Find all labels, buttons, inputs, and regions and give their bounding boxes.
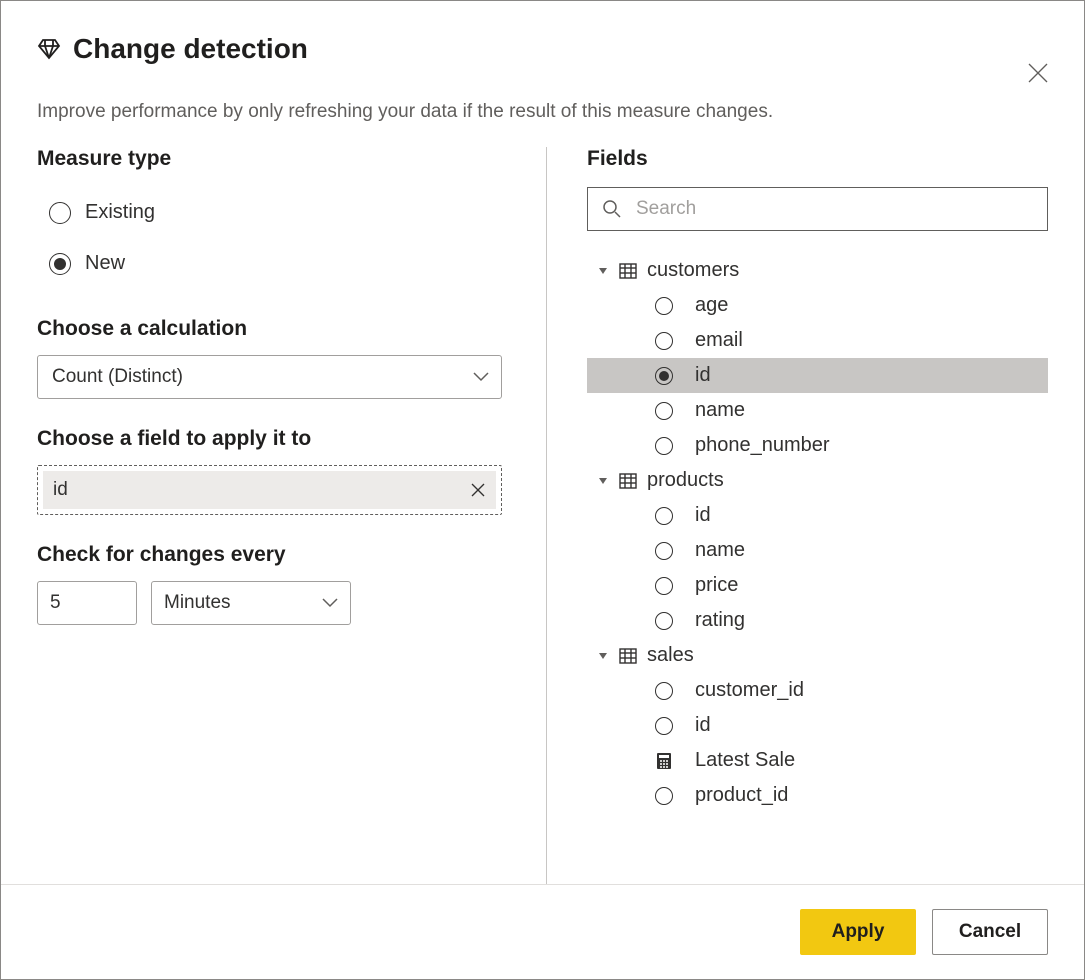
fields-heading: Fields	[587, 147, 1048, 171]
field-radio-icon	[655, 577, 673, 595]
interval-label: Check for changes every	[37, 543, 502, 567]
tree-field[interactable]: email	[587, 323, 1048, 358]
field-radio-icon	[655, 612, 673, 630]
measure-type-radio-group: Existing New	[37, 187, 502, 289]
field-radio-icon	[655, 507, 673, 525]
chevron-down-icon	[473, 372, 489, 382]
table-name: products	[647, 469, 724, 492]
field-name: age	[695, 294, 728, 317]
field-name: rating	[695, 609, 745, 632]
change-detection-dialog: Change detection Improve performance by …	[0, 0, 1085, 980]
field-radio-icon	[655, 542, 673, 560]
tree-table[interactable]: customers	[587, 253, 1048, 288]
tree-field[interactable]: price	[587, 568, 1048, 603]
close-button[interactable]	[1024, 59, 1052, 87]
table-name: sales	[647, 644, 694, 667]
left-pane: Measure type Existing New Choose a calcu…	[37, 147, 547, 884]
field-name: email	[695, 329, 743, 352]
field-dropzone[interactable]: id	[37, 465, 502, 515]
fields-tree[interactable]: customers age email id name phone_numberprodu…	[587, 247, 1048, 884]
field-name: id	[695, 364, 711, 387]
tree-field[interactable]: product_id	[587, 778, 1048, 813]
field-name: Latest Sale	[695, 749, 795, 772]
field-chip-text: id	[53, 479, 68, 501]
remove-field-icon[interactable]	[470, 482, 486, 498]
tree-field[interactable]: customer_id	[587, 673, 1048, 708]
chevron-down-icon	[322, 598, 338, 608]
calculation-select[interactable]: Count (Distinct)	[37, 355, 502, 399]
tree-field[interactable]: age	[587, 288, 1048, 323]
tree-field[interactable]: Latest Sale	[587, 743, 1048, 778]
tree-field[interactable]: id	[587, 498, 1048, 533]
interval-unit-value: Minutes	[164, 592, 231, 614]
field-name: price	[695, 574, 738, 597]
field-radio-icon	[655, 367, 673, 385]
field-radio-icon	[655, 717, 673, 735]
radio-existing[interactable]: Existing	[49, 187, 502, 238]
field-name: id	[695, 504, 711, 527]
search-icon	[602, 199, 622, 219]
apply-button[interactable]: Apply	[800, 909, 916, 955]
field-chip: id	[43, 471, 496, 509]
radio-icon	[49, 202, 71, 224]
tree-field[interactable]: id	[587, 358, 1048, 393]
field-radio-icon	[655, 437, 673, 455]
cancel-button[interactable]: Cancel	[932, 909, 1048, 955]
field-name: name	[695, 539, 745, 562]
tree-table[interactable]: sales	[587, 638, 1048, 673]
interval-unit-select[interactable]: Minutes	[151, 581, 351, 625]
field-name: product_id	[695, 784, 788, 807]
tree-field[interactable]: name	[587, 393, 1048, 428]
table-name: customers	[647, 259, 739, 282]
diamond-icon	[37, 37, 61, 61]
field-radio-icon	[655, 682, 673, 700]
caret-down-icon	[597, 265, 609, 277]
field-name: phone_number	[695, 434, 830, 457]
field-name: customer_id	[695, 679, 804, 702]
right-pane: Fields customers age email id name phone_numb…	[547, 147, 1048, 884]
calculation-label: Choose a calculation	[37, 317, 502, 341]
field-radio-icon	[655, 297, 673, 315]
caret-down-icon	[597, 650, 609, 662]
dialog-footer: Apply Cancel	[1, 884, 1084, 979]
tree-field[interactable]: phone_number	[587, 428, 1048, 463]
field-apply-label: Choose a field to apply it to	[37, 427, 502, 451]
dialog-title: Change detection	[73, 33, 308, 65]
dialog-subtitle: Improve performance by only refreshing y…	[37, 101, 1048, 123]
radio-icon	[49, 253, 71, 275]
tree-table[interactable]: products	[587, 463, 1048, 498]
field-radio-icon	[655, 402, 673, 420]
caret-down-icon	[597, 475, 609, 487]
measure-icon	[655, 752, 673, 770]
tree-field[interactable]: rating	[587, 603, 1048, 638]
table-icon	[619, 472, 637, 490]
fields-search-input[interactable]	[634, 197, 1033, 221]
calculation-value: Count (Distinct)	[52, 366, 183, 388]
table-icon	[619, 262, 637, 280]
field-radio-icon	[655, 787, 673, 805]
fields-search[interactable]	[587, 187, 1048, 231]
field-name: name	[695, 399, 745, 422]
radio-new[interactable]: New	[49, 238, 502, 289]
interval-value-input[interactable]	[37, 581, 137, 625]
tree-field[interactable]: name	[587, 533, 1048, 568]
dialog-header: Change detection Improve performance by …	[1, 1, 1084, 123]
radio-new-label: New	[85, 252, 125, 275]
tree-field[interactable]: id	[587, 708, 1048, 743]
radio-existing-label: Existing	[85, 201, 155, 224]
measure-type-heading: Measure type	[37, 147, 502, 171]
table-icon	[619, 647, 637, 665]
field-radio-icon	[655, 332, 673, 350]
field-name: id	[695, 714, 711, 737]
